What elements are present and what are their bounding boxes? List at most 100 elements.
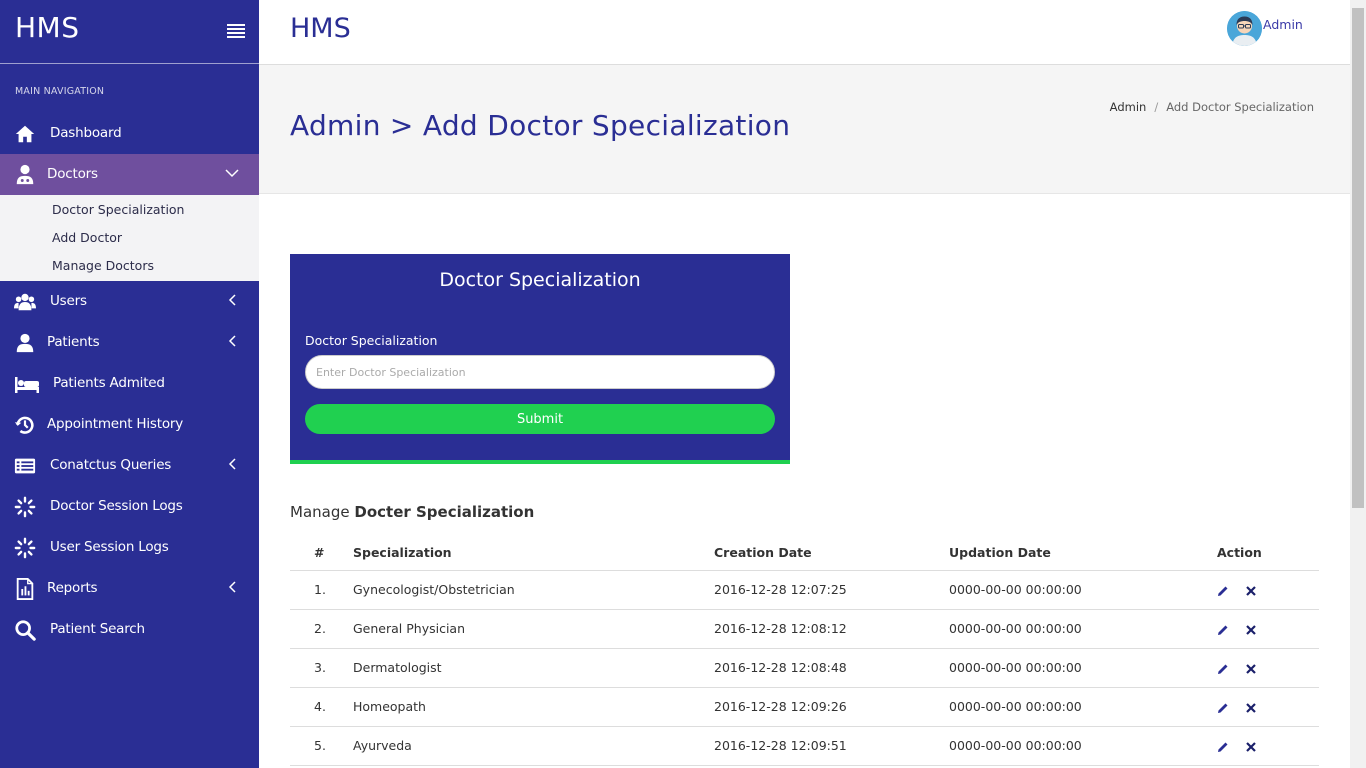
- delete-x-icon[interactable]: [1245, 585, 1257, 597]
- manage-title: Manage Docter Specialization: [290, 503, 534, 521]
- sidebar-item-contactus-queries[interactable]: Conatctus Queries: [0, 445, 259, 486]
- row-creation-date: 2016-12-28 12:09:51: [714, 726, 949, 766]
- chevron-left-icon: [228, 581, 236, 593]
- row-creation-date: 2016-12-28 12:09:26: [714, 687, 949, 727]
- submenu-doctor-specialization[interactable]: Doctor Specialization: [0, 196, 259, 224]
- topbar: HMS Admin: [259, 0, 1350, 65]
- form-title: Doctor Specialization: [439, 269, 641, 291]
- specialization-label: Doctor Specialization: [305, 333, 438, 348]
- table-row: 4. Homeopath 2016-12-28 12:09:26 0000-00…: [290, 687, 1319, 727]
- column-header-creation-date: Creation Date: [714, 535, 949, 571]
- edit-pencil-icon[interactable]: [1217, 663, 1229, 675]
- row-specialization: Ayurveda: [353, 726, 714, 766]
- table-row: 1. Gynecologist/Obstetrician 2016-12-28 …: [290, 570, 1319, 610]
- row-creation-date: 2016-12-28 12:08:12: [714, 609, 949, 649]
- sidebar-item-patients[interactable]: Patients: [0, 322, 259, 363]
- sidebar-item-patient-search[interactable]: Patient Search: [0, 609, 259, 650]
- row-actions: [1217, 648, 1319, 688]
- page-header: Admin > Add Doctor Specialization Admin /…: [259, 65, 1350, 194]
- sidebar-item-label: Dashboard: [50, 125, 122, 141]
- history-icon: [14, 416, 34, 434]
- sidebar-item-reports[interactable]: Reports: [0, 568, 259, 609]
- row-updation-date: 0000-00-00 00:00:00: [949, 609, 1217, 649]
- sidebar-item-label: Doctors: [47, 166, 98, 182]
- row-updation-date: 0000-00-00 00:00:00: [949, 687, 1217, 727]
- sidebar-item-users[interactable]: Users: [0, 281, 259, 322]
- table-row: 2. General Physician 2016-12-28 12:08:12…: [290, 609, 1319, 649]
- doctors-submenu: Doctor Specialization Add Doctor Manage …: [0, 195, 259, 281]
- row-actions: [1217, 687, 1319, 727]
- bed-icon: [15, 377, 39, 393]
- row-number: 4.: [290, 687, 353, 727]
- sidebar-item-doctors[interactable]: Doctors: [0, 154, 259, 195]
- sidebar-item-dashboard[interactable]: Dashboard: [0, 113, 259, 154]
- delete-x-icon[interactable]: [1245, 624, 1257, 636]
- search-icon: [15, 620, 36, 641]
- column-header-specialization: Specialization: [353, 535, 714, 571]
- breadcrumb-admin[interactable]: Admin: [1110, 100, 1147, 114]
- page-scrollbar[interactable]: [1350, 0, 1366, 768]
- breadcrumb-separator: /: [1154, 100, 1159, 114]
- sidebar-item-label: Reports: [47, 580, 98, 596]
- spinner-icon: [14, 496, 36, 518]
- row-creation-date: 2016-12-28 12:07:25: [714, 570, 949, 610]
- sidebar-item-doctor-session-logs[interactable]: Doctor Session Logs: [0, 486, 259, 527]
- page-title: Admin > Add Doctor Specialization: [290, 109, 791, 142]
- user-menu-link[interactable]: Admin: [1263, 17, 1303, 32]
- manage-title-strong: Docter Specialization: [354, 503, 535, 521]
- specialization-table: # Specialization Creation Date Updation …: [290, 535, 1319, 766]
- brand: HMS: [0, 0, 259, 64]
- specialization-input[interactable]: [305, 355, 775, 389]
- row-specialization: Dermatologist: [353, 648, 714, 688]
- sidebar-item-label: Patients Admited: [53, 375, 165, 391]
- sidebar-item-user-session-logs[interactable]: User Session Logs: [0, 527, 259, 568]
- row-specialization: Homeopath: [353, 687, 714, 727]
- user-icon: [16, 333, 34, 353]
- doctor-icon: [16, 164, 34, 185]
- chevron-left-icon: [228, 335, 236, 347]
- delete-x-icon[interactable]: [1245, 702, 1257, 714]
- main-navigation: Dashboard Doctors Doctor Specialization …: [0, 113, 259, 650]
- manage-title-prefix: Manage: [290, 503, 350, 521]
- scrollbar-thumb[interactable]: [1352, 8, 1364, 508]
- row-number: 3.: [290, 648, 353, 688]
- sidebar-item-patients-admited[interactable]: Patients Admited: [0, 363, 259, 404]
- topbar-title: HMS: [290, 13, 351, 44]
- edit-pencil-icon[interactable]: [1217, 702, 1229, 714]
- submenu-add-doctor[interactable]: Add Doctor: [0, 224, 259, 252]
- avatar[interactable]: [1227, 11, 1262, 46]
- edit-pencil-icon[interactable]: [1217, 585, 1229, 597]
- menu-toggle-icon[interactable]: [227, 24, 245, 38]
- table-row: 3. Dermatologist 2016-12-28 12:08:48 000…: [290, 648, 1319, 688]
- column-header-action: Action: [1217, 535, 1319, 571]
- sidebar-item-label: Doctor Session Logs: [50, 498, 183, 514]
- edit-pencil-icon[interactable]: [1217, 741, 1229, 753]
- specialization-form-card: Doctor Specialization Doctor Specializat…: [290, 254, 790, 464]
- row-creation-date: 2016-12-28 12:08:48: [714, 648, 949, 688]
- table-row: 5. Ayurveda 2016-12-28 12:09:51 0000-00-…: [290, 726, 1319, 766]
- row-number: 5.: [290, 726, 353, 766]
- chevron-down-icon: [225, 169, 239, 178]
- edit-pencil-icon[interactable]: [1217, 624, 1229, 636]
- column-header-number: #: [290, 535, 353, 571]
- chevron-left-icon: [228, 458, 236, 470]
- row-updation-date: 0000-00-00 00:00:00: [949, 726, 1217, 766]
- submenu-manage-doctors[interactable]: Manage Doctors: [0, 252, 259, 280]
- nav-header: MAIN NAVIGATION: [15, 86, 105, 97]
- sidebar-item-label: User Session Logs: [50, 539, 169, 555]
- row-specialization: Gynecologist/Obstetrician: [353, 570, 714, 610]
- chevron-left-icon: [228, 294, 236, 306]
- submit-button[interactable]: Submit: [305, 404, 775, 434]
- user-avatar-icon: [1227, 11, 1262, 46]
- delete-x-icon[interactable]: [1245, 741, 1257, 753]
- brand-title: HMS: [15, 11, 80, 44]
- sidebar-item-label: Patient Search: [50, 621, 145, 637]
- delete-x-icon[interactable]: [1245, 663, 1257, 675]
- sidebar: HMS MAIN NAVIGATION Dashboard Doctors Do…: [0, 0, 259, 768]
- column-header-updation-date: Updation Date: [949, 535, 1217, 571]
- sidebar-item-label: Appointment History: [47, 416, 184, 432]
- report-icon: [16, 578, 34, 600]
- table-header-row: # Specialization Creation Date Updation …: [290, 535, 1319, 571]
- home-icon: [15, 125, 35, 143]
- sidebar-item-appointment-history[interactable]: Appointment History: [0, 404, 259, 445]
